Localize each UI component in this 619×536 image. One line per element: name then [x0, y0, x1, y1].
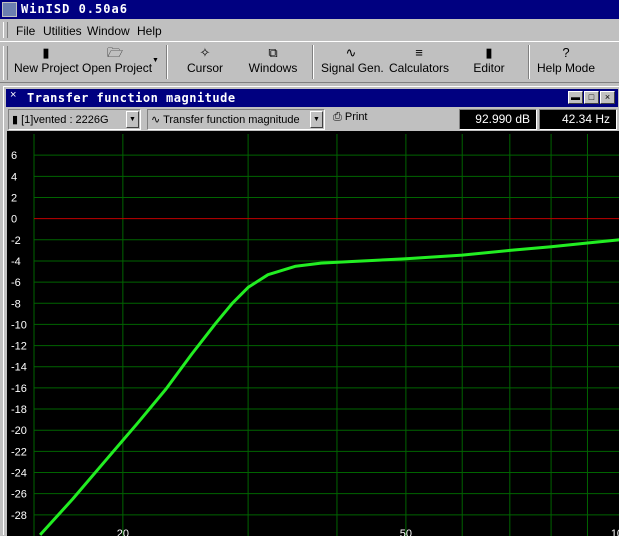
sine-wave-icon: ∿ [345, 45, 357, 60]
graph-toolbar: ▮ [1]vented : 2226G ▼ ∿ Transfer functio… [6, 108, 618, 132]
cursor-hz-readout: 42.34 Hz [539, 109, 617, 130]
printer-icon: ⎙ [333, 111, 342, 123]
cursor-icon: ✧ [199, 45, 211, 60]
windows-icon: ⧉ [268, 45, 278, 60]
close-x-icon[interactable]: × [10, 89, 16, 101]
speaker-icon: ▮ [12, 114, 19, 126]
y-tick-label: -12 [11, 341, 27, 353]
print-button[interactable]: ⎙ Print [333, 111, 368, 124]
y-tick-label: -18 [11, 404, 27, 416]
new-project-button[interactable]: ▮ New Project [14, 44, 79, 80]
close-button[interactable]: × [600, 91, 615, 104]
menubar-grip[interactable] [3, 22, 8, 38]
close-icon: × [604, 92, 611, 102]
windows-label: Windows [248, 61, 298, 75]
minimize-icon: ▬ [571, 92, 580, 102]
transfer-function-window: × Transfer function magnitude ▬ □ × ▮ [1… [3, 86, 619, 536]
y-tick-label: -26 [11, 489, 27, 501]
chevron-down-icon[interactable]: ▼ [126, 111, 139, 128]
project-select-value: ▮ [1]vented : 2226G [12, 113, 109, 126]
cursor-db-readout: 92.990 dB [459, 109, 537, 130]
chevron-down-icon[interactable]: ▼ [310, 111, 323, 128]
y-tick-label: -14 [11, 362, 27, 374]
y-tick-label: -28 [11, 510, 27, 522]
y-tick-label: -8 [11, 298, 21, 310]
cursor-label: Cursor [186, 61, 223, 75]
graph-area[interactable]: 6 4 2 0 -2 -4 -6 -8 -10 -12 -14 -16 -18 -20 -22 -24 -26 -… [7, 131, 619, 536]
menu-window[interactable]: Window [87, 24, 130, 38]
sine-wave-icon: ∿ [151, 114, 161, 126]
signal-gen-button[interactable]: ∿ Signal Gen. [321, 44, 384, 80]
calculators-button[interactable]: ≡ Calculators [389, 44, 449, 80]
print-label: Print [344, 111, 368, 123]
y-tick-label: -2 [11, 235, 21, 247]
menu-help[interactable]: Help [137, 24, 162, 38]
app-title: WinISD 0.50a6 [21, 2, 128, 16]
toolbar-separator [312, 45, 314, 79]
transfer-function-chart[interactable]: 6 4 2 0 -2 -4 -6 -8 -10 -12 -14 -16 -18 -20 -22 -24 -26 -… [7, 131, 619, 536]
y-tick-label: -6 [11, 277, 21, 289]
open-folder-icon: 🗁 [106, 45, 124, 60]
y-tick-label: -22 [11, 446, 27, 458]
graph-type-select-text: Transfer function magnitude [163, 114, 300, 126]
app-icon[interactable] [2, 2, 17, 17]
editor-label: Editor [473, 61, 505, 75]
calculators-label: Calculators [389, 61, 450, 75]
speaker-icon: ▮ [485, 45, 493, 60]
calculator-icon: ≡ [415, 45, 423, 60]
y-tick-label: 0 [11, 214, 17, 226]
magnitude-curve [38, 238, 619, 536]
y-tick-label: -4 [11, 256, 21, 268]
y-tick-label: -10 [11, 319, 27, 331]
editor-button[interactable]: ▮ Editor [469, 44, 509, 80]
y-tick-label: 2 [11, 192, 17, 204]
open-project-label: Open Project [82, 61, 153, 75]
maximize-icon: □ [588, 92, 595, 102]
graph-type-select-value: ∿ Transfer function magnitude [151, 113, 300, 126]
y-tick-label: 6 [11, 150, 17, 162]
windows-button[interactable]: ⧉ Windows [246, 44, 300, 80]
toolbar-separator [166, 45, 168, 79]
minimize-button[interactable]: ▬ [568, 91, 583, 104]
help-mode-label: Help Mode [536, 61, 596, 75]
toolbar-separator [528, 45, 530, 79]
menu-file[interactable]: File [16, 24, 35, 38]
y-tick-label: -16 [11, 383, 27, 395]
signal-gen-label: Signal Gen. [321, 61, 384, 75]
child-window-title: Transfer function magnitude [27, 91, 236, 105]
main-toolbar: ▮ New Project 🗁 Open Project ▼ ✧ Cursor … [0, 41, 619, 83]
project-select-text: [1]vented : 2226G [21, 114, 109, 126]
new-project-label: New Project [14, 61, 79, 75]
new-project-icon: ▮ [42, 45, 50, 60]
maximize-button[interactable]: □ [584, 91, 599, 104]
y-tick-label: -20 [11, 425, 27, 437]
y-tick-label: -24 [11, 468, 27, 480]
child-titlebar: × Transfer function magnitude ▬ □ × [6, 89, 618, 107]
app-titlebar: WinISD 0.50a6 [0, 0, 619, 19]
open-project-dropdown-icon[interactable]: ▼ [152, 57, 159, 64]
question-icon: ? [562, 45, 570, 60]
help-mode-button[interactable]: ? Help Mode [536, 44, 596, 80]
cursor-button[interactable]: ✧ Cursor [183, 44, 227, 80]
menubar: File Utilities Window Help [0, 19, 619, 41]
open-project-button[interactable]: 🗁 Open Project [82, 44, 153, 80]
y-tick-label: 4 [11, 171, 17, 183]
toolbar-grip[interactable] [3, 46, 8, 80]
graph-type-select[interactable]: ∿ Transfer function magnitude ▼ [147, 109, 325, 130]
menu-utilities[interactable]: Utilities [43, 24, 82, 38]
project-select[interactable]: ▮ [1]vented : 2226G ▼ [8, 109, 141, 130]
